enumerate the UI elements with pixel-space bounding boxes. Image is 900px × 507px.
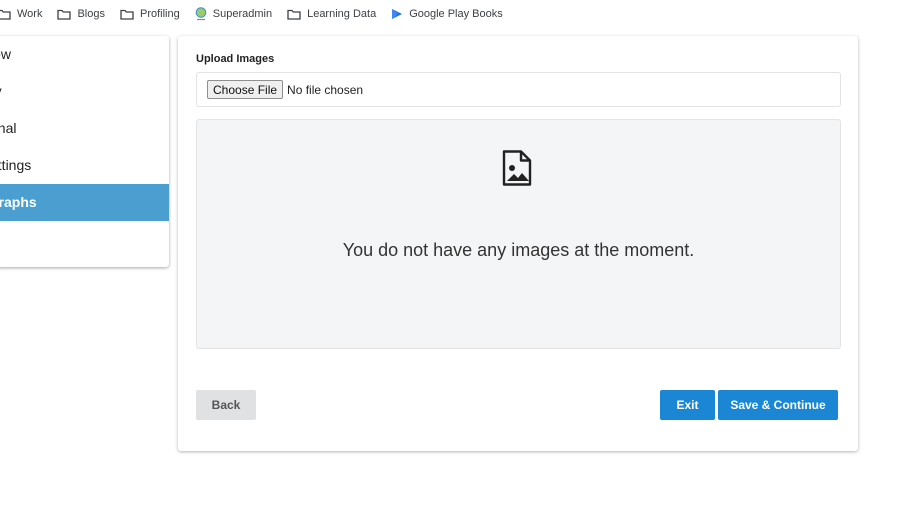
bookmark-profiling[interactable]: Profiling [120,8,180,20]
bookmark-label: Blogs [77,8,105,20]
bookmarks-bar: Work Blogs Profiling Superadmin Learning… [0,0,900,28]
bookmark-label: Learning Data [307,8,377,20]
empty-images-message: You do not have any images at the moment… [342,240,695,260]
image-icon [502,150,532,186]
images-empty-state: You do not have any images at the moment… [196,119,841,349]
sidebar-item-label: graphs [0,194,37,210]
file-input-container: Choose File No file chosen [196,72,841,107]
file-status-text: No file chosen [287,82,364,97]
choose-file-button[interactable]: Choose File [207,80,284,99]
bookmark-label: Superadmin [212,8,273,20]
exit-button[interactable]: Exit [660,390,715,420]
bookmark-blogs[interactable]: Blogs [57,8,105,20]
sidebar-item-label: ry [0,83,2,99]
bookmark-superadmin[interactable]: Superadmin [195,7,272,21]
upload-images-label: Upload Images [196,53,275,65]
sidebar-item-label: iew [0,46,12,62]
bookmark-label: Google Play Books [409,8,503,20]
bookmark-work[interactable]: Work [0,8,42,20]
folder-icon [0,9,11,20]
globe-icon [195,7,207,21]
bookmark-learning-data[interactable]: Learning Data [287,8,376,20]
bookmark-label: Profiling [140,8,180,20]
back-button[interactable]: Back [196,390,256,420]
sidebar-item-label: onal [0,120,17,136]
folder-icon [120,9,134,20]
sidebar-item-category[interactable]: ry [0,73,169,110]
play-books-icon [392,9,403,19]
sidebar-nav: iew ry onal ettings graphs [0,36,169,267]
sidebar-item-overview[interactable]: iew [0,36,169,73]
folder-icon [57,9,72,20]
upload-images-card: Upload Images Choose File No file chosen… [178,36,858,451]
bookmark-google-play-books[interactable]: Google Play Books [391,8,503,20]
sidebar-item-label: ettings [0,157,32,173]
sidebar-item-optional[interactable]: onal [0,110,169,147]
save-continue-button[interactable]: Save & Continue [718,390,838,420]
sidebar-item-settings[interactable]: ettings [0,147,169,184]
bookmark-label: Work [17,8,43,20]
folder-icon [287,9,301,20]
sidebar-item-photographs[interactable]: graphs [0,184,169,221]
